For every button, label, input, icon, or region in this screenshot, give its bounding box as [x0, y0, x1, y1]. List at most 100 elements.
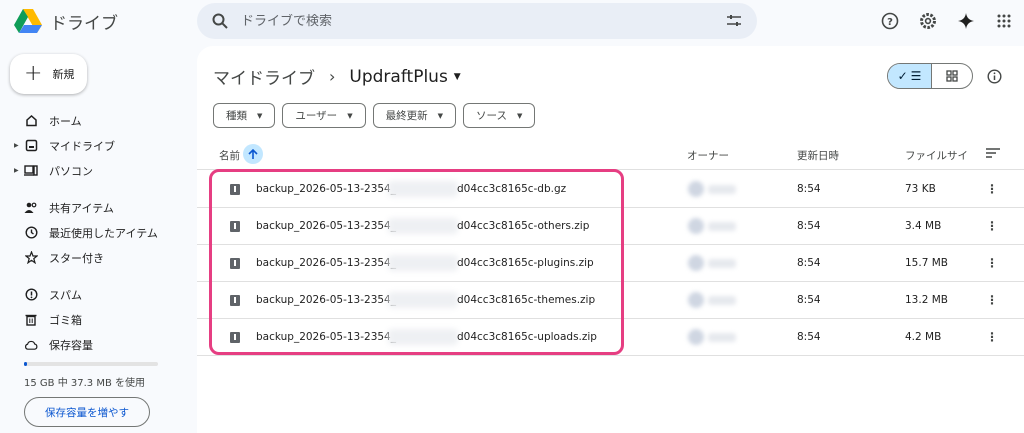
details-button[interactable] — [984, 66, 1004, 86]
owner-name-redacted — [708, 296, 736, 305]
column-name[interactable]: 名前 — [219, 148, 240, 163]
info-icon — [986, 68, 1002, 84]
my-drive-icon — [24, 139, 38, 153]
list-view-button[interactable]: ✓ ☰ — [888, 64, 932, 88]
sidebar-item-label: スパム — [49, 288, 82, 302]
search-input[interactable] — [241, 13, 725, 29]
zip-file-icon — [230, 221, 240, 232]
sort-ascending-icon[interactable] — [243, 144, 263, 164]
sidebar-item-label: 共有アイテム — [49, 201, 114, 215]
sidebar-item-computers[interactable]: ▶ パソコン — [14, 158, 186, 183]
sidebar-item-spam[interactable]: スパム — [16, 282, 186, 307]
caret-down-icon: ▼ — [516, 111, 523, 120]
owner-name-redacted — [708, 185, 736, 194]
expand-caret-icon[interactable]: ▶ — [14, 142, 19, 149]
caret-down-icon: ▼ — [347, 111, 353, 120]
filter-chips: 種類 ▼ ユーザー ▼ 最終更新 ▼ ソース ▼ — [213, 103, 536, 128]
sidebar-item-label: 保存容量 — [49, 338, 93, 352]
recent-icon — [24, 226, 38, 240]
modified-time: 8:54 — [797, 331, 821, 343]
column-size[interactable]: ファイルサイ — [905, 148, 968, 163]
grid-view-button[interactable] — [932, 64, 972, 88]
expand-caret-icon[interactable]: ▶ — [14, 167, 19, 174]
sidebar-nav-primary: ホーム ▶ マイドライブ ▶ パソコン — [14, 108, 186, 183]
table-row[interactable]: backup_2026-05-13-2354_ d04cc3c8165c-plug… — [197, 245, 1024, 282]
modified-time: 8:54 — [797, 257, 821, 269]
search-icon[interactable] — [211, 12, 229, 30]
sidebar-item-storage[interactable]: 保存容量 — [16, 332, 186, 357]
modified-time: 8:54 — [797, 220, 821, 232]
drive-logo[interactable]: ドライブ — [14, 8, 118, 34]
breadcrumb-parent[interactable]: マイドライブ — [213, 64, 315, 89]
redacted-text — [388, 218, 458, 234]
table-row[interactable]: backup_2026-05-13-2354_ d04cc3c8165c-uplo… — [197, 319, 1024, 356]
sidebar-item-label: 最近使用したアイテム — [49, 226, 158, 240]
file-name-suffix: d04cc3c8165c-db.gz — [457, 183, 567, 195]
more-actions-icon[interactable]: ⋮ — [985, 255, 999, 271]
help-button[interactable]: ? — [878, 9, 902, 33]
table-row[interactable]: backup_2026-05-13-2354_ d04cc3c8165c-othe… — [197, 208, 1024, 245]
sidebar-item-home[interactable]: ホーム — [16, 108, 186, 133]
owner-name-redacted — [708, 222, 736, 231]
redacted-text — [388, 255, 458, 271]
column-modified[interactable]: 更新日時 — [797, 148, 839, 163]
zip-file-icon — [230, 332, 240, 343]
chevron-right-icon: › — [329, 67, 336, 86]
modified-time: 8:54 — [797, 294, 821, 306]
filter-modified[interactable]: 最終更新 ▼ — [372, 103, 456, 128]
get-more-storage-button[interactable]: 保存容量を増やす — [24, 397, 150, 427]
file-name-suffix: d04cc3c8165c-others.zip — [457, 220, 590, 232]
search-bar[interactable] — [197, 3, 757, 39]
sidebar-item-starred[interactable]: スター付き — [16, 245, 186, 270]
breadcrumb-current-label: UpdraftPlus — [349, 66, 448, 87]
more-actions-icon[interactable]: ⋮ — [985, 292, 999, 308]
caret-down-icon: ▼ — [437, 111, 443, 120]
filter-label: 最終更新 — [385, 110, 428, 122]
apps-button[interactable] — [992, 9, 1016, 33]
owner-avatar — [688, 181, 704, 197]
home-icon — [24, 114, 38, 128]
gemini-button[interactable] — [954, 9, 978, 33]
trash-icon — [24, 313, 38, 327]
breadcrumb-current[interactable]: UpdraftPlus ▼ — [349, 67, 460, 87]
owner-avatar — [688, 255, 704, 271]
sidebar-item-label: スター付き — [49, 251, 104, 265]
breadcrumb: マイドライブ › UpdraftPlus ▼ — [213, 64, 461, 90]
file-name-prefix: backup_2026-05-13-2354_ — [256, 257, 396, 269]
sidebar-item-my-drive[interactable]: ▶ マイドライブ — [14, 133, 186, 158]
owner-avatar — [688, 329, 704, 345]
table-header: 名前 オーナー 更新日時 ファイルサイ — [197, 140, 1024, 170]
filter-label: 種類 — [226, 110, 247, 122]
grid-icon — [946, 70, 958, 82]
app-name: ドライブ — [50, 13, 118, 34]
more-actions-icon[interactable]: ⋮ — [985, 218, 999, 234]
table-row[interactable]: backup_2026-05-13-2354_ d04cc3c8165c-them… — [197, 282, 1024, 319]
more-actions-icon[interactable]: ⋮ — [985, 329, 999, 345]
filter-source[interactable]: ソース ▼ — [462, 103, 536, 128]
sort-options-icon[interactable] — [986, 147, 1000, 162]
filter-label: ソース — [475, 110, 507, 122]
more-actions-icon[interactable]: ⋮ — [985, 181, 999, 197]
file-size: 73 KB — [905, 183, 936, 195]
new-button[interactable]: + 新規 — [10, 54, 87, 94]
settings-button[interactable] — [916, 9, 940, 33]
column-owner[interactable]: オーナー — [687, 148, 729, 163]
sidebar-item-trash[interactable]: ゴミ箱 — [16, 307, 186, 332]
sidebar-item-label: パソコン — [49, 164, 93, 178]
zip-file-icon — [230, 258, 240, 269]
filter-type[interactable]: 種類 ▼ — [213, 103, 276, 128]
file-name-prefix: backup_2026-05-13-2354_ — [256, 183, 396, 195]
file-name-prefix: backup_2026-05-13-2354_ — [256, 220, 396, 232]
storage-usage-fill — [24, 362, 27, 366]
new-button-label: 新規 — [52, 68, 75, 81]
file-name-suffix: d04cc3c8165c-themes.zip — [457, 294, 596, 306]
file-size: 13.2 MB — [905, 294, 948, 306]
table-row[interactable]: backup_2026-05-13-2354_ d04cc3c8165c-db.g… — [197, 171, 1024, 208]
filter-people[interactable]: ユーザー ▼ — [282, 103, 366, 128]
search-options-icon[interactable] — [725, 12, 743, 30]
owner-name-redacted — [708, 259, 736, 268]
sidebar-item-shared[interactable]: 共有アイテム — [16, 195, 186, 220]
sidebar-item-label: ゴミ箱 — [49, 313, 82, 327]
redacted-text — [388, 292, 458, 308]
sidebar-item-recent[interactable]: 最近使用したアイテム — [16, 220, 186, 245]
